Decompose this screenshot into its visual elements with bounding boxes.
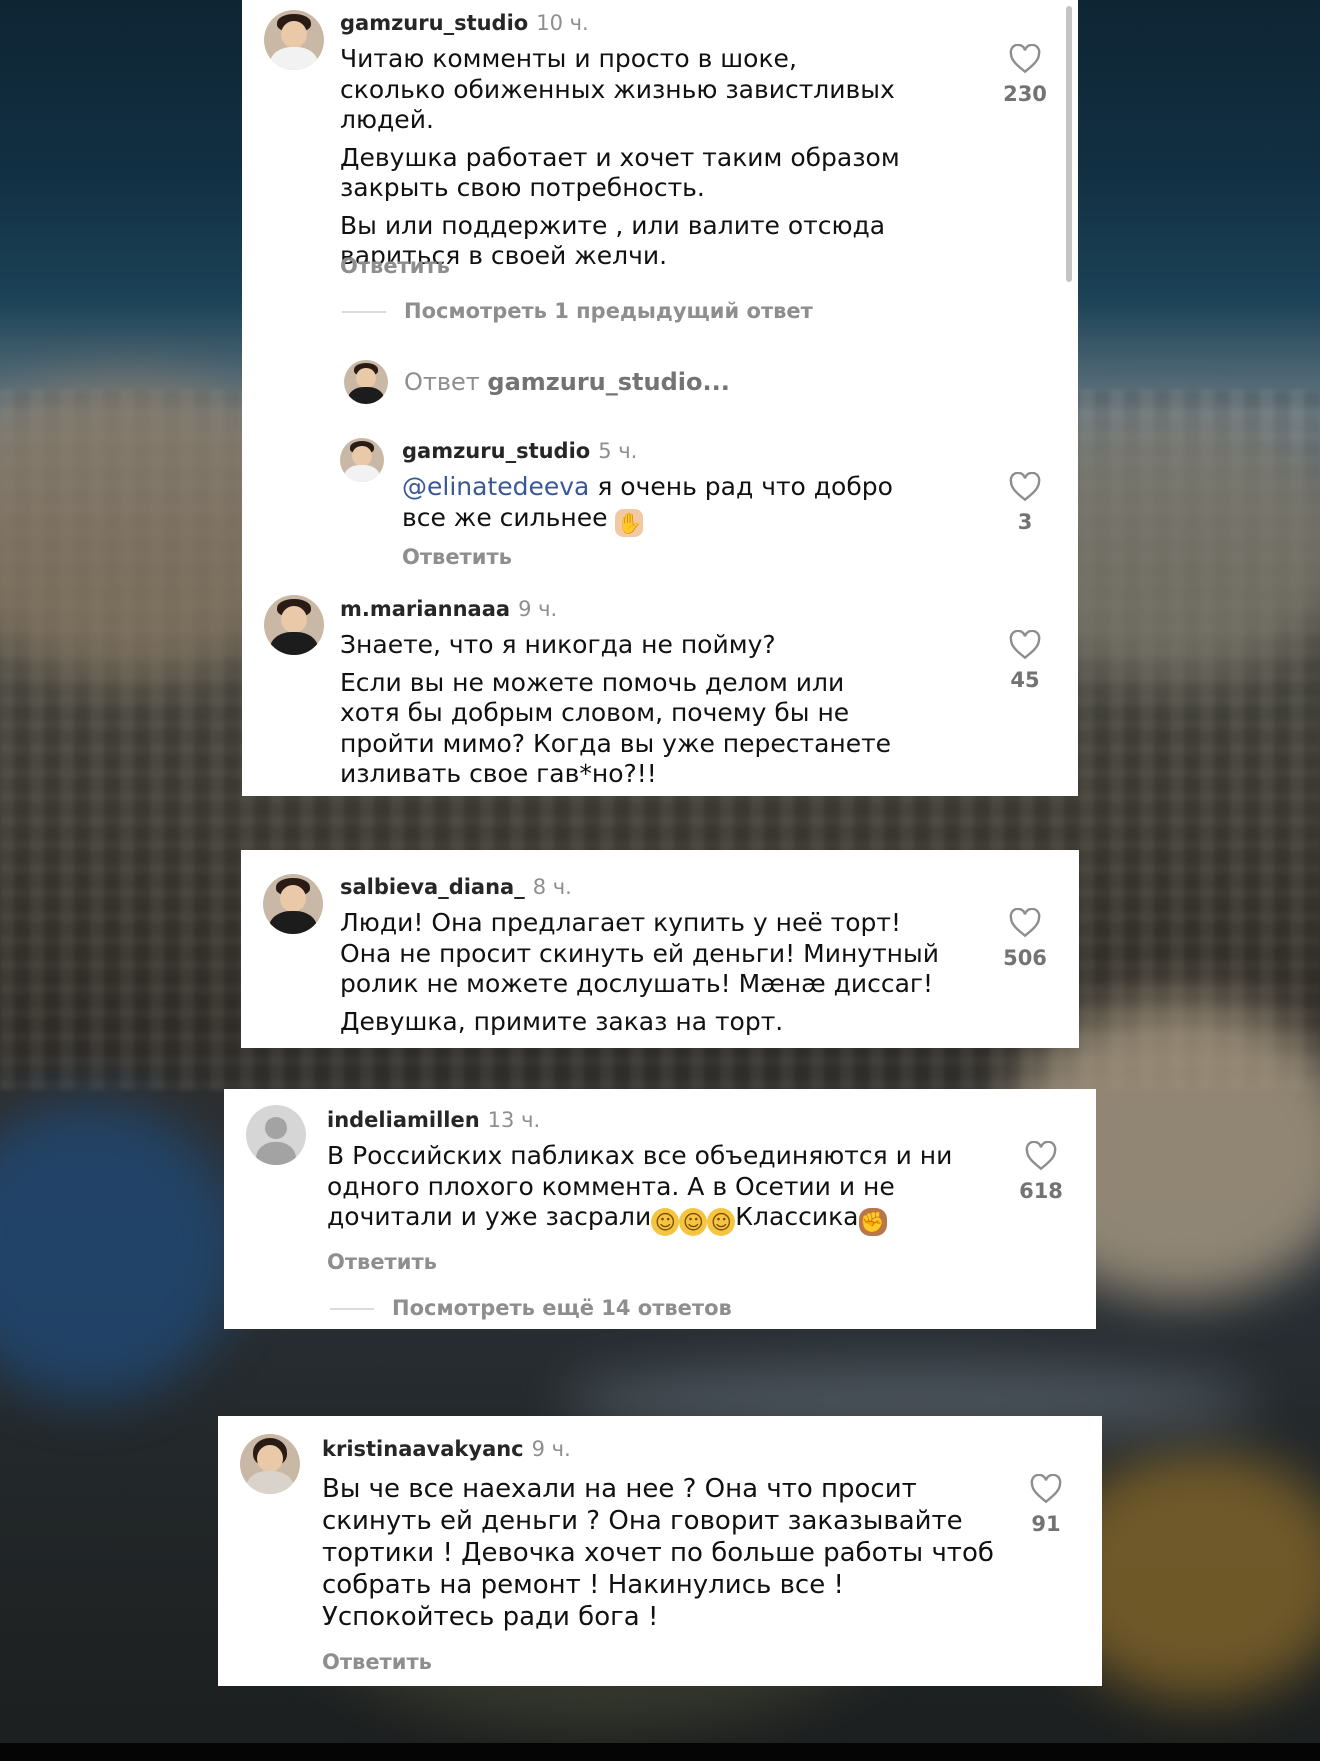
comment-card-1: gamzuru_studio 10 ч. Читаю комменты и про… <box>242 0 1078 796</box>
heart-outline-icon <box>1009 630 1041 660</box>
like-count: 91 <box>1031 1512 1061 1536</box>
comment-card-4: kristinaavakyanc 9 ч. Вы че все наехали н… <box>218 1416 1102 1686</box>
comment-username[interactable]: gamzuru_studio <box>340 11 528 35</box>
comment-text: Люди! Она предлагает купить у неё торт! … <box>340 908 939 1036</box>
heart-outline-icon <box>1009 44 1041 74</box>
like-count: 45 <box>1010 668 1040 692</box>
reply-button[interactable]: Ответить <box>322 1650 432 1674</box>
scrollbar[interactable] <box>1066 6 1072 282</box>
comment-time: 10 ч. <box>536 11 589 35</box>
comment-text: @elinatedeeva я очень рад что добро все … <box>402 472 893 537</box>
comment-username[interactable]: m.mariannaaa <box>340 597 510 621</box>
view-previous-replies[interactable]: Посмотреть 1 предыдущий ответ <box>342 299 813 323</box>
reply-button[interactable]: Ответить <box>327 1250 437 1274</box>
comment-time: 13 ч. <box>487 1108 541 1132</box>
view-more-replies[interactable]: Посмотреть ещё 14 ответов <box>330 1296 732 1320</box>
avatar[interactable] <box>264 595 324 655</box>
comment-text: Вы че все наехали на нее ? Она что проси… <box>322 1474 994 1632</box>
like-count: 506 <box>1003 946 1047 970</box>
comment-card-2: salbieva_diana_ 8 ч. Люди! Она предлагает… <box>241 850 1079 1048</box>
avatar[interactable] <box>340 438 384 482</box>
like-button[interactable]: 3 <box>995 472 1055 534</box>
like-button[interactable]: 618 <box>1011 1141 1071 1203</box>
avatar[interactable] <box>240 1434 300 1494</box>
reply-button[interactable]: Ответить <box>402 545 512 569</box>
comment-username[interactable]: kristinaavakyanc <box>322 1437 524 1461</box>
comment-text: Читаю комменты и просто в шоке, сколько … <box>340 44 900 270</box>
mention-link[interactable]: @elinatedeeva <box>402 472 589 501</box>
heart-outline-icon <box>1025 1141 1057 1171</box>
laughing-emoji-icon: ☺ <box>679 1208 708 1236</box>
comment-time: 5 ч. <box>598 439 638 463</box>
heart-outline-icon <box>1009 908 1041 938</box>
comment-username[interactable]: salbieva_diana_ <box>340 875 525 899</box>
reply-target[interactable]: Ответ gamzuru_studio... <box>404 368 730 396</box>
like-count: 230 <box>1003 82 1047 106</box>
comment-username[interactable]: gamzuru_studio <box>402 439 590 463</box>
reply-button[interactable]: Ответить <box>340 254 450 278</box>
like-count: 3 <box>1017 510 1033 534</box>
laughing-emoji-icon: ☺ <box>651 1208 680 1236</box>
heart-outline-icon <box>1030 1474 1062 1504</box>
current-user-avatar <box>344 360 388 404</box>
comment-text: Знаете, что я никогда не пойму? Если вы … <box>340 630 892 788</box>
like-count: 618 <box>1019 1179 1063 1203</box>
comment-time: 9 ч. <box>518 597 558 621</box>
avatar[interactable] <box>263 874 323 934</box>
like-button[interactable]: 506 <box>995 908 1055 970</box>
comment-username[interactable]: indeliamillen <box>327 1108 480 1132</box>
laughing-emoji-icon: ☺ <box>707 1208 736 1236</box>
heart-outline-icon <box>1009 472 1041 502</box>
comment-text: В Российских пабликах все объединяются и… <box>327 1141 953 1236</box>
like-button[interactable]: 45 <box>995 630 1055 692</box>
raised-fist-icon: ✊ <box>858 1208 887 1236</box>
like-button[interactable]: 91 <box>1016 1474 1076 1536</box>
comment-card-3: indeliamillen 13 ч. В Российских пабликах… <box>224 1089 1096 1329</box>
folded-hands-icon: ✋ <box>615 508 644 537</box>
comment-time: 9 ч. <box>531 1437 571 1461</box>
avatar[interactable] <box>264 10 324 70</box>
default-avatar-icon[interactable] <box>246 1105 306 1165</box>
like-button[interactable]: 230 <box>995 44 1055 106</box>
comment-time: 8 ч. <box>532 875 572 899</box>
